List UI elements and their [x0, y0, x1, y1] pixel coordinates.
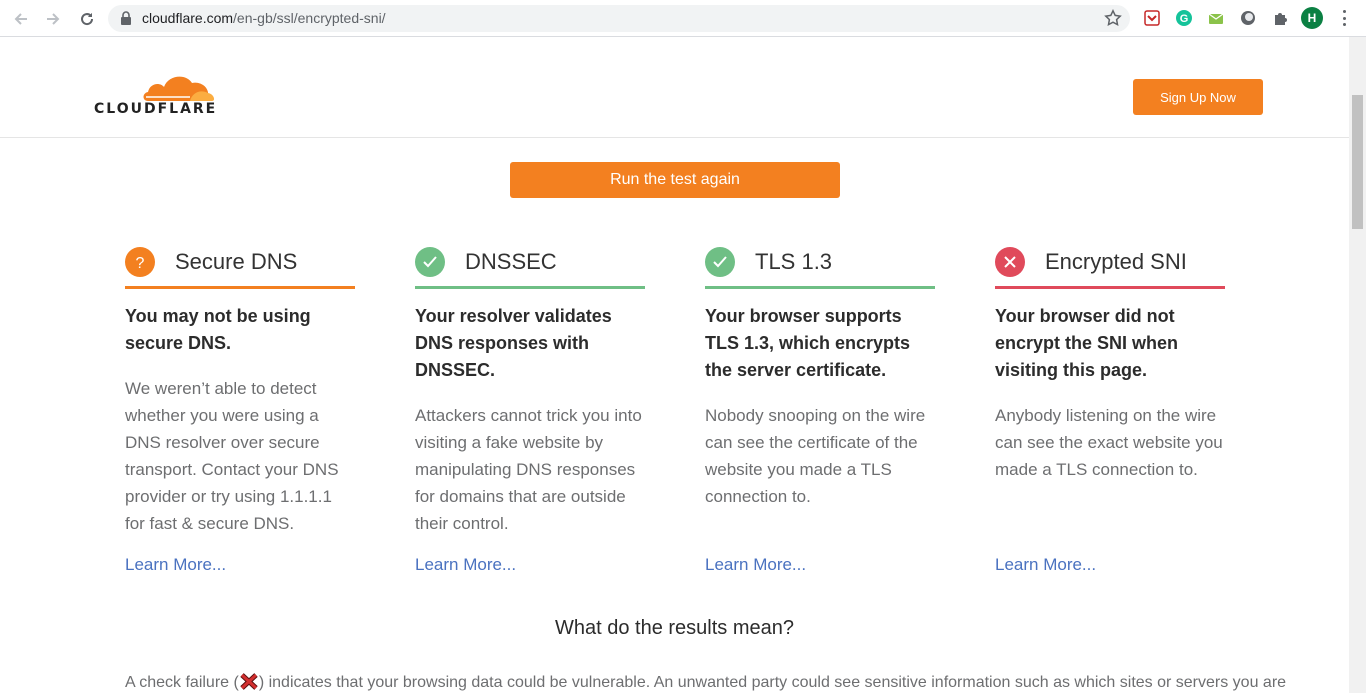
url-path: /en-gb/ssl/encrypted-sni/ [233, 10, 386, 26]
bookmark-star-icon[interactable] [1104, 9, 1122, 27]
card-headline: You may not be using secure DNS. [125, 306, 311, 353]
forward-button[interactable] [40, 6, 66, 32]
card-title: Secure DNS [175, 249, 298, 274]
reload-icon [81, 13, 94, 26]
card-title: DNSSEC [465, 249, 557, 274]
results-heading: What do the results mean? [554, 617, 794, 639]
card-encrypted-sni: Encrypted SNI Your browser did not encry… [995, 238, 1225, 483]
red-x-icon [240, 673, 258, 690]
site-header: CLOUDFLARE Sign Up Now [0, 37, 1349, 138]
cross-icon [995, 247, 1025, 277]
reload-button[interactable] [74, 6, 100, 32]
url-text: cloudflare.com/en-gb/ssl/encrypted-sni/ [142, 10, 386, 26]
card-title: Encrypted SNI [1045, 249, 1187, 274]
card-dnssec: DNSSEC Your resolver validates DNS respo… [415, 238, 645, 537]
logo-wordmark: CLOUDFLARE [94, 101, 218, 117]
card-header: ? Secure DNS [125, 238, 355, 289]
arrow-right-icon [47, 13, 60, 25]
card-secure-dns: ? Secure DNS You may not be using secure… [125, 238, 355, 537]
url-domain: cloudflare.com [142, 10, 234, 26]
learn-more-secure-dns-link[interactable]: Learn More... [125, 555, 226, 575]
scrollbar-thumb[interactable] [1352, 95, 1363, 229]
back-button[interactable] [8, 6, 34, 32]
profile-avatar[interactable]: H [1301, 7, 1323, 29]
card-header: DNSSEC [415, 238, 645, 289]
lock-icon [121, 11, 131, 25]
cloudflare-logo[interactable]: CLOUDFLARE [94, 73, 218, 117]
card-description: Attackers cannot trick you into visiting… [415, 406, 642, 533]
learn-more-tls13-link[interactable]: Learn More... [705, 555, 806, 575]
puzzle-extensions-icon[interactable] [1270, 8, 1290, 28]
results-explanation: A check failure ( ) indicates that your b… [125, 673, 1286, 692]
card-description: Anybody listening on the wire can see th… [995, 406, 1223, 479]
circle-extension-icon[interactable] [1238, 8, 1258, 28]
grammarly-extension-icon[interactable]: G [1174, 8, 1194, 28]
check-icon [415, 247, 445, 277]
arrow-left-icon [14, 13, 27, 25]
results-text-after: ) indicates that your browsing data coul… [258, 674, 1287, 691]
card-title: TLS 1.3 [755, 249, 833, 274]
card-header: TLS 1.3 [705, 238, 935, 289]
card-description: Nobody snooping on the wire can see the … [705, 406, 926, 506]
mail-extension-icon[interactable] [1206, 8, 1226, 28]
card-headline: Your browser supports TLS 1.3, which enc… [705, 306, 911, 380]
card-tls13: TLS 1.3 Your browser supports TLS 1.3, w… [705, 238, 935, 510]
browser-toolbar: cloudflare.com/en-gb/ssl/encrypted-sni/ … [0, 0, 1366, 37]
page-scrollbar[interactable] [1349, 37, 1366, 693]
card-headline: Your resolver validates DNS responses wi… [415, 306, 612, 380]
learn-more-encrypted-sni-link[interactable]: Learn More... [995, 555, 1096, 575]
card-description: We weren’t able to detect whether you we… [125, 379, 339, 533]
cloud-logo-icon [143, 76, 215, 101]
check-icon [705, 247, 735, 277]
card-headline: Your browser did not encrypt the SNI whe… [995, 306, 1179, 380]
card-header: Encrypted SNI [995, 238, 1225, 289]
learn-more-dnssec-link[interactable]: Learn More... [415, 555, 516, 575]
question-icon: ? [125, 247, 155, 277]
run-test-again-button[interactable]: Run the test again [510, 162, 840, 198]
svg-text:G: G [1180, 13, 1189, 25]
results-text-before: A check failure ( [125, 674, 239, 691]
browser-menu-icon[interactable] [1336, 8, 1352, 28]
sign-up-button[interactable]: Sign Up Now [1133, 79, 1263, 115]
pocket-extension-icon[interactable] [1142, 8, 1162, 28]
address-bar[interactable]: cloudflare.com/en-gb/ssl/encrypted-sni/ [108, 5, 1130, 32]
svg-text:?: ? [136, 255, 145, 271]
